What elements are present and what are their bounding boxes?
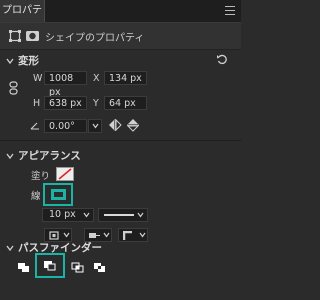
x-field[interactable]: 134 px <box>104 71 147 85</box>
appearance-title: アピアランス <box>18 150 81 162</box>
shape-properties-header: シェイプのプロパティ <box>0 23 241 50</box>
stroke-join-icon <box>123 231 132 240</box>
y-field[interactable]: 64 px <box>104 96 147 110</box>
chevron-down-icon <box>137 212 144 218</box>
pathfinder-intersect-button[interactable] <box>68 259 88 277</box>
reset-icon[interactable] <box>216 53 228 65</box>
width-field[interactable]: 1008 px <box>44 71 87 98</box>
stroke-join-dropdown[interactable] <box>118 228 148 242</box>
pathfinder-exclude-button[interactable] <box>90 259 110 277</box>
chevron-down-icon[interactable] <box>6 152 14 160</box>
stroke-swatch[interactable] <box>51 189 66 200</box>
chevron-down-icon <box>92 123 99 129</box>
angle-field[interactable]: 0.00° <box>44 119 87 133</box>
pathfinder-unite-button[interactable] <box>14 259 34 277</box>
chevron-down-icon <box>63 232 70 238</box>
mask-icon[interactable] <box>26 30 39 42</box>
chevron-down-icon <box>139 232 146 238</box>
y-label: Y <box>93 98 99 109</box>
panel-tabbar: プロパティ <box>0 0 241 38</box>
angle-dropdown[interactable] <box>88 119 102 133</box>
chevron-down-icon[interactable] <box>6 57 14 65</box>
flip-horizontal-icon[interactable] <box>108 119 122 131</box>
intersect-icon <box>71 262 84 273</box>
stroke-label: 線 <box>31 191 41 202</box>
chevron-down-icon <box>83 212 90 218</box>
transform-title: 変形 <box>18 55 39 67</box>
section-divider <box>0 140 241 141</box>
chevron-down-icon <box>103 232 110 238</box>
panel-menu-icon[interactable] <box>225 6 235 16</box>
angle-icon <box>30 122 39 130</box>
link-icon[interactable] <box>9 81 18 95</box>
x-label: X <box>93 73 100 84</box>
fill-label: 塗り <box>31 171 51 182</box>
exclude-icon <box>94 263 105 272</box>
stroke-cap-icon <box>89 233 100 238</box>
minus-front-icon <box>44 261 56 271</box>
tab-properties[interactable]: プロパティ <box>0 0 45 38</box>
stroke-align-icon <box>49 231 59 240</box>
height-field[interactable]: 638 px <box>44 96 87 110</box>
fill-swatch[interactable] <box>56 167 74 181</box>
pathfinder-minus-front-button[interactable] <box>35 253 65 278</box>
chevron-down-icon[interactable] <box>6 244 14 252</box>
unite-icon <box>18 263 29 272</box>
w-label: W <box>33 73 43 84</box>
h-label: H <box>33 98 41 109</box>
subheader-title: シェイプのプロパティ <box>45 33 145 44</box>
no-fill-icon <box>58 168 72 180</box>
flip-vertical-icon[interactable] <box>127 118 139 132</box>
shape-icon[interactable] <box>9 30 21 42</box>
